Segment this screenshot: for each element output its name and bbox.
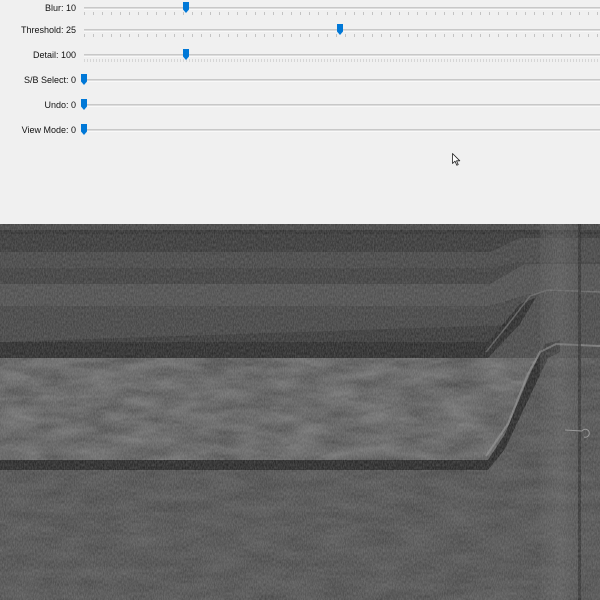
slider-row-view-mode: View Mode: 0 bbox=[0, 124, 600, 146]
controls-panel: Blur: 10 Threshold: 25 Detail: 100 S/B S… bbox=[0, 0, 600, 224]
arrow-cursor-icon bbox=[452, 153, 461, 166]
slider-row-undo: Undo: 0 bbox=[0, 99, 600, 121]
view-mode-slider-track[interactable] bbox=[84, 129, 600, 132]
undo-label: Undo: 0 bbox=[44, 100, 76, 110]
detail-slider-thumb[interactable] bbox=[183, 49, 190, 60]
sb-select-slider-thumb[interactable] bbox=[81, 74, 87, 85]
detail-slider-track[interactable] bbox=[84, 54, 600, 57]
view-mode-slider-thumb[interactable] bbox=[81, 124, 87, 135]
blur-slider-ticks bbox=[84, 12, 600, 15]
sb-select-label: S/B Select: 0 bbox=[23, 75, 76, 85]
sb-select-slider-track[interactable] bbox=[84, 79, 600, 82]
app-window: Blur: 10 Threshold: 25 Detail: 100 S/B S… bbox=[0, 0, 600, 600]
undo-slider-track[interactable] bbox=[84, 104, 600, 107]
blur-slider-thumb[interactable] bbox=[183, 2, 190, 13]
slider-row-blur: Blur: 10 bbox=[0, 2, 600, 24]
threshold-slider-thumb[interactable] bbox=[337, 24, 343, 35]
slider-row-threshold: Threshold: 25 bbox=[0, 24, 600, 46]
undo-slider-thumb[interactable] bbox=[81, 99, 87, 110]
image-viewer[interactable] bbox=[0, 224, 600, 600]
blur-label: Blur: 10 bbox=[44, 3, 76, 13]
slider-row-detail: Detail: 100 bbox=[0, 49, 600, 71]
blur-slider-track[interactable] bbox=[84, 7, 600, 10]
view-mode-label: View Mode: 0 bbox=[21, 125, 76, 135]
detail-slider-ticks bbox=[84, 59, 600, 62]
slider-row-sb-select: S/B Select: 0 bbox=[0, 74, 600, 96]
detail-label: Detail: 100 bbox=[32, 50, 76, 60]
threshold-label: Threshold: 25 bbox=[20, 25, 76, 35]
sonar-image bbox=[0, 224, 600, 600]
